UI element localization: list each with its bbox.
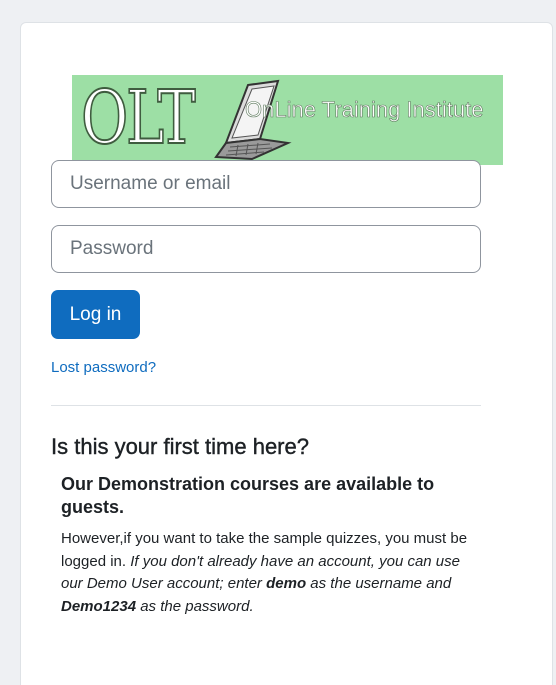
logo-letters: OLT	[80, 75, 196, 161]
instructions-italic-b: as the username and	[310, 575, 452, 592]
olt-logo: OLT OnLine Training Institute	[72, 75, 503, 165]
demo-instructions: However,if you want to take the sample q…	[61, 528, 471, 618]
divider	[51, 405, 481, 406]
lost-password-link[interactable]: Lost password?	[51, 359, 156, 376]
username-input[interactable]	[51, 160, 481, 208]
demo-courses-subheading: Our Demonstration courses are available …	[61, 474, 435, 517]
login-button[interactable]: Log in	[51, 290, 140, 339]
logo-subtitle: OnLine Training Institute	[245, 97, 484, 123]
demo-username: demo	[266, 575, 307, 592]
login-page: OLT OnLine Training Institute Log in Los…	[0, 0, 556, 685]
instructions-italic-c: as the password.	[140, 597, 254, 615]
password-input[interactable]	[51, 225, 481, 273]
first-time-heading: Is this your first time here?	[51, 434, 309, 459]
demo-password: Demo1234	[61, 597, 137, 615]
